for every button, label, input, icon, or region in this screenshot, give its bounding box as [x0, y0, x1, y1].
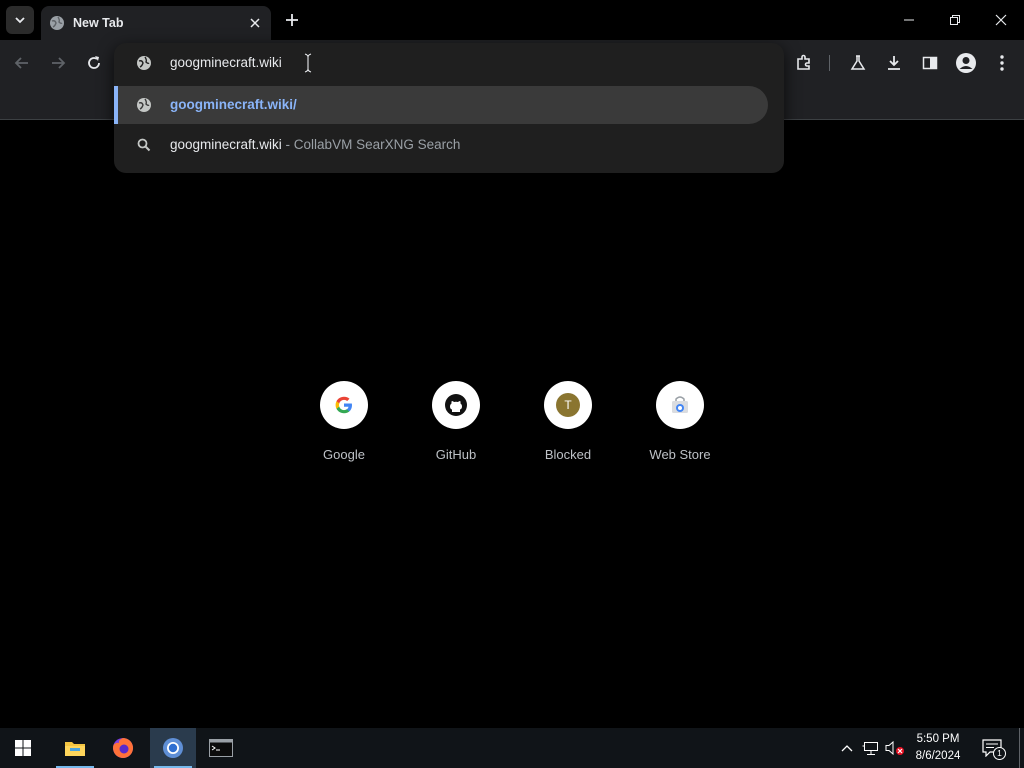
- notification-count-badge: 1: [993, 747, 1006, 760]
- taskbar-chrome[interactable]: [150, 728, 196, 768]
- menu-button[interactable]: [988, 49, 1016, 77]
- extensions-button[interactable]: [790, 49, 818, 77]
- globe-icon: [136, 97, 152, 113]
- globe-icon: [49, 15, 65, 31]
- shortcut-tile: [432, 381, 480, 429]
- minimize-icon: [903, 14, 915, 26]
- puzzle-icon: [795, 54, 813, 72]
- shortcut-tile: T: [544, 381, 592, 429]
- chevron-down-icon: [14, 14, 26, 26]
- forward-button[interactable]: [44, 49, 72, 77]
- suggestion-separator: -: [281, 137, 294, 152]
- shortcut-label: Web Store: [649, 447, 711, 462]
- tab-strip: New Tab: [0, 0, 1024, 40]
- labs-button[interactable]: [844, 49, 872, 77]
- chrome-icon: [162, 737, 184, 759]
- omnibox-text[interactable]: googminecraft.wiki: [170, 55, 282, 70]
- omnibox-suggestion-url[interactable]: googminecraft.wiki/: [114, 86, 768, 124]
- tab-search-button[interactable]: [6, 6, 34, 34]
- taskbar-terminal[interactable]: [198, 728, 244, 768]
- action-center-button[interactable]: 1: [982, 738, 1006, 760]
- letter-t-text: T: [564, 398, 572, 412]
- tab-new-tab[interactable]: New Tab: [41, 6, 271, 40]
- letter-t-icon: T: [556, 393, 580, 417]
- web-store-icon: [669, 394, 691, 416]
- close-tab-icon[interactable]: [245, 13, 265, 33]
- flask-icon: [850, 55, 866, 71]
- new-tab-button[interactable]: [280, 8, 304, 32]
- notification-icon: 1: [982, 739, 1006, 760]
- close-icon: [995, 14, 1007, 26]
- suggestion-query: googminecraft.wiki: [170, 137, 282, 152]
- firefox-icon: [112, 737, 134, 759]
- shortcut-label: GitHub: [435, 447, 477, 462]
- show-desktop-button[interactable]: [1019, 728, 1024, 768]
- shortcut-web-store[interactable]: Web Store: [632, 381, 728, 471]
- restore-button[interactable]: [932, 0, 978, 40]
- google-icon: [334, 395, 354, 415]
- arrow-left-icon: [14, 55, 30, 71]
- clock-time: 5:50 PM: [916, 733, 960, 745]
- back-button[interactable]: [8, 49, 36, 77]
- volume-muted-icon: [885, 740, 905, 756]
- shortcut-tile: [320, 381, 368, 429]
- network-icon: [862, 740, 880, 756]
- taskbar-firefox[interactable]: [100, 728, 146, 768]
- toolbar-divider: [829, 55, 830, 71]
- shortcut-github[interactable]: GitHub: [408, 381, 504, 471]
- arrow-right-icon: [50, 55, 66, 71]
- reload-button[interactable]: [80, 49, 108, 77]
- shortcut-tile: [656, 381, 704, 429]
- chevron-up-icon: [841, 744, 853, 752]
- plus-icon: [285, 13, 299, 27]
- suggestion-description: CollabVM SearXNG Search: [293, 137, 461, 152]
- clock-date: 8/6/2024: [915, 750, 961, 762]
- show-hidden-icons-button[interactable]: [837, 738, 857, 758]
- reload-icon: [86, 55, 102, 71]
- volume-button[interactable]: [885, 738, 905, 758]
- shortcut-label: Google: [323, 447, 365, 462]
- minimize-button[interactable]: [886, 0, 932, 40]
- omnibox-suggestion-search[interactable]: googminecraft.wiki - CollabVM SearXNG Se…: [114, 126, 768, 164]
- globe-icon: [136, 55, 152, 71]
- clock[interactable]: 5:50 PM 8/6/2024: [908, 731, 968, 765]
- taskbar: 5:50 PM 8/6/2024 1: [0, 728, 1024, 768]
- downloads-button[interactable]: [880, 49, 908, 77]
- taskbar-file-explorer[interactable]: [52, 728, 98, 768]
- network-button[interactable]: [861, 738, 881, 758]
- windows-logo-icon: [15, 740, 31, 756]
- omnibox-input[interactable]: googminecraft.wiki: [114, 43, 784, 83]
- suggestion-text: googminecraft.wiki - CollabVM SearXNG Se…: [170, 137, 460, 152]
- download-icon: [886, 55, 902, 71]
- folder-icon: [64, 739, 86, 757]
- profile-button[interactable]: [952, 49, 980, 77]
- start-button[interactable]: [0, 728, 46, 768]
- shortcut-blocked[interactable]: T Blocked: [520, 381, 616, 471]
- selection-indicator: [114, 86, 118, 124]
- suggestion-text: googminecraft.wiki/: [170, 97, 297, 112]
- shortcut-label: Blocked: [544, 447, 592, 462]
- side-panel-button[interactable]: [916, 49, 944, 77]
- avatar-icon: [955, 52, 977, 74]
- more-vert-icon: [1000, 55, 1004, 71]
- restore-icon: [949, 14, 961, 26]
- side-panel-icon: [922, 55, 938, 71]
- tab-title: New Tab: [73, 16, 124, 30]
- omnibox-dropdown: googminecraft.wiki googminecraft.wiki/ g…: [114, 43, 784, 173]
- github-icon: [444, 393, 468, 417]
- terminal-icon: [209, 739, 233, 757]
- close-window-button[interactable]: [978, 0, 1024, 40]
- text-cursor-icon: [304, 53, 312, 73]
- search-icon: [136, 137, 152, 153]
- shortcut-google[interactable]: Google: [296, 381, 392, 471]
